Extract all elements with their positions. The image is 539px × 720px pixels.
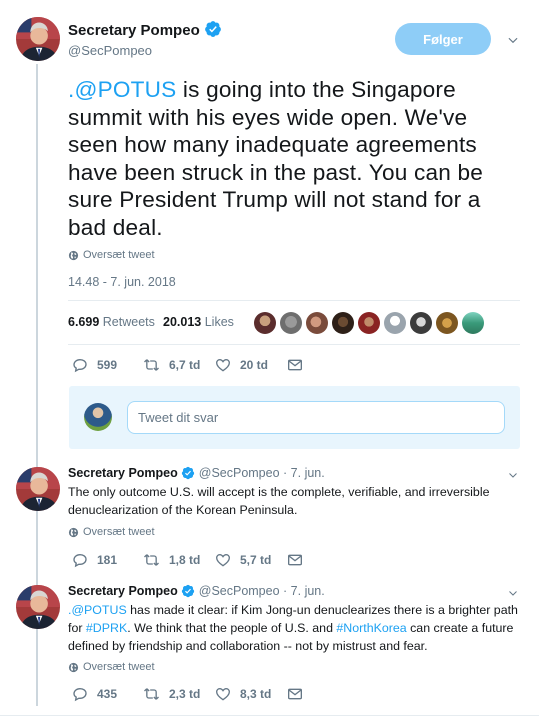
author-handle[interactable]: @SecPompeo xyxy=(199,466,280,480)
reply-button[interactable]: 181 xyxy=(72,552,117,568)
reply-icon xyxy=(72,357,88,373)
like-button[interactable]: 8,3 td xyxy=(215,686,271,702)
retweet-icon xyxy=(143,357,160,373)
mail-icon xyxy=(287,357,303,373)
reply-count: 599 xyxy=(97,358,118,372)
retweet-icon xyxy=(143,552,160,568)
thread-tweet-header: Secretary Pompeo @SecPompeo · 7. jun. xyxy=(68,466,325,480)
retweets-count: 6.699 xyxy=(68,315,100,329)
tweet-text: .@POTUS has made it clear: if Kim Jong-u… xyxy=(68,601,520,655)
heart-icon xyxy=(215,357,231,373)
avatar[interactable] xyxy=(16,585,60,629)
liker-avatars xyxy=(254,312,484,334)
reply-button[interactable]: 435 xyxy=(72,686,117,702)
liker-avatar[interactable] xyxy=(436,312,458,334)
liker-avatar[interactable] xyxy=(462,312,484,334)
likes-count: 20.013 xyxy=(163,315,202,329)
like-button[interactable]: 20 td xyxy=(215,357,268,373)
liker-avatar[interactable] xyxy=(332,312,354,334)
liker-avatar[interactable] xyxy=(358,312,380,334)
author-display-name[interactable]: Secretary Pompeo xyxy=(68,20,222,39)
follow-button[interactable]: Følger xyxy=(395,23,491,55)
chevron-down-icon[interactable] xyxy=(506,33,520,47)
liker-avatar[interactable] xyxy=(410,312,432,334)
translate-tweet-link[interactable]: Oversæt tweet xyxy=(68,526,155,538)
like-button[interactable]: 5,7 td xyxy=(215,552,271,568)
like-count: 20 td xyxy=(240,358,269,372)
heart-icon xyxy=(215,552,231,568)
like-count: 5,7 td xyxy=(240,553,272,567)
author-name-text[interactable]: Secretary Pompeo xyxy=(68,466,178,480)
chevron-down-icon[interactable] xyxy=(507,469,519,481)
globe-icon xyxy=(68,527,79,538)
stats-top-divider xyxy=(68,300,520,301)
like-count: 8,3 td xyxy=(240,687,272,701)
thread-tweet-header: Secretary Pompeo @SecPompeo · 7. jun. xyxy=(68,584,325,598)
retweet-icon xyxy=(143,686,160,702)
follow-button-label: Følger xyxy=(423,31,463,47)
translate-tweet-link[interactable]: Oversæt tweet xyxy=(68,249,155,261)
verified-badge-icon xyxy=(181,584,195,598)
tweet-timestamp[interactable]: 14.48 - 7. jun. 2018 xyxy=(68,275,176,289)
author-handle[interactable]: @SecPompeo xyxy=(68,43,152,58)
tweet-text: The only outcome U.S. will accept is the… xyxy=(68,485,490,517)
retweet-button[interactable]: 1,8 td xyxy=(143,552,200,568)
retweet-stats[interactable]: 6.699 Retweets xyxy=(68,315,155,329)
retweet-count: 2,3 td xyxy=(169,687,201,701)
liker-avatar[interactable] xyxy=(306,312,328,334)
liker-avatar[interactable] xyxy=(384,312,406,334)
reply-input[interactable]: Tweet dit svar xyxy=(127,401,505,434)
retweet-button[interactable]: 6,7 td xyxy=(143,357,200,373)
likes-label: Likes xyxy=(204,315,234,329)
retweet-button[interactable]: 2,3 td xyxy=(143,686,200,702)
translate-tweet-link[interactable]: Oversæt tweet xyxy=(68,661,155,673)
mail-icon xyxy=(287,552,303,568)
author-name-text: Secretary Pompeo xyxy=(68,22,200,39)
reply-input-placeholder: Tweet dit svar xyxy=(138,410,219,425)
stats-bottom-divider xyxy=(68,344,520,345)
globe-icon xyxy=(68,250,79,261)
direct-message-button[interactable] xyxy=(287,552,312,568)
mail-icon xyxy=(287,686,303,702)
likes-stats[interactable]: 20.013 Likes xyxy=(163,315,234,329)
direct-message-button[interactable] xyxy=(287,357,312,373)
mention-potus-link[interactable]: .@POTUS xyxy=(68,77,176,102)
retweets-label: Retweets xyxy=(102,315,155,329)
author-name-text[interactable]: Secretary Pompeo xyxy=(68,584,178,598)
reply-icon xyxy=(72,686,88,702)
translate-label: Oversæt tweet xyxy=(83,526,155,538)
verified-badge-icon xyxy=(204,20,222,38)
direct-message-button[interactable] xyxy=(287,686,312,702)
liker-avatar[interactable] xyxy=(254,312,276,334)
reply-icon xyxy=(72,552,88,568)
tweet-date[interactable]: · 7. jun. xyxy=(283,466,325,480)
retweet-count: 1,8 td xyxy=(169,553,201,567)
globe-icon xyxy=(68,662,79,673)
retweet-count: 6,7 td xyxy=(169,358,201,372)
author-handle[interactable]: @SecPompeo xyxy=(199,584,280,598)
tweet-text: .@POTUS is going into the Singapore summ… xyxy=(68,76,523,241)
reply-count: 435 xyxy=(97,687,118,701)
avatar[interactable] xyxy=(16,17,60,61)
heart-icon xyxy=(215,686,231,702)
mention-potus-link[interactable]: .@POTUS xyxy=(68,603,127,617)
translate-label: Oversæt tweet xyxy=(83,249,155,261)
current-user-avatar[interactable] xyxy=(84,403,112,431)
chevron-down-icon[interactable] xyxy=(507,587,519,599)
translate-label: Oversæt tweet xyxy=(83,661,155,673)
reply-count: 181 xyxy=(97,553,118,567)
avatar[interactable] xyxy=(16,467,60,511)
hashtag-northkorea-link[interactable]: #NorthKorea xyxy=(336,621,406,635)
tweet-date[interactable]: · 7. jun. xyxy=(283,584,325,598)
bottom-divider xyxy=(0,715,539,716)
reply-button[interactable]: 599 xyxy=(72,357,117,373)
tweet-text-segment: . We think that the people of U.S. and xyxy=(127,621,337,635)
liker-avatar[interactable] xyxy=(280,312,302,334)
hashtag-dprk-link[interactable]: #DPRK xyxy=(86,621,127,635)
verified-badge-icon xyxy=(181,466,195,480)
